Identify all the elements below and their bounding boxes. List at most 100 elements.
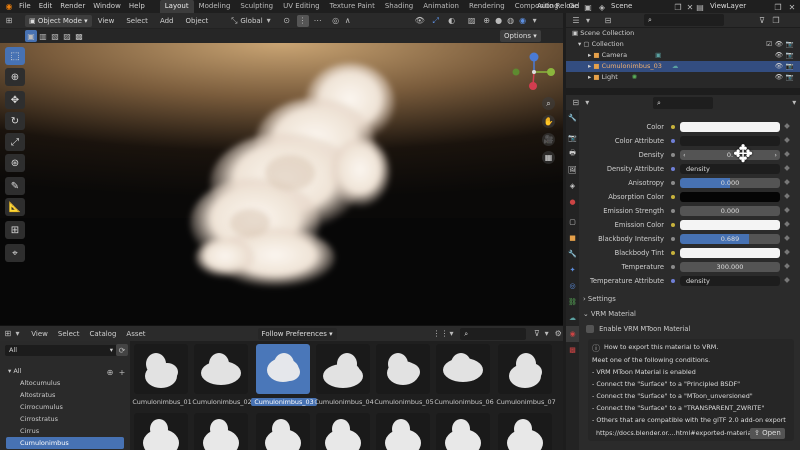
ab-menu-asset[interactable]: Asset <box>121 330 150 338</box>
new-collection-icon[interactable]: ❐ <box>770 14 782 26</box>
shading-rendered-icon[interactable]: ◉ <box>517 15 529 27</box>
asset-thumbnail[interactable] <box>314 411 372 450</box>
open-url-button[interactable]: ⇪ Open <box>750 428 785 439</box>
view-layer-name[interactable]: ViewLayer <box>710 0 746 13</box>
asset-thumbnail[interactable] <box>434 342 492 394</box>
view-layer-icon[interactable]: ▤ <box>694 1 706 13</box>
socket-dot-icon[interactable] <box>671 139 675 143</box>
menu-add[interactable]: Add <box>154 17 180 25</box>
menu-edit[interactable]: Edit <box>35 0 57 13</box>
shading-options-icon[interactable]: ▾ <box>529 15 541 27</box>
outliner-item-camera[interactable]: ▸ ■ Camera ▣ 👁 📷 <box>566 50 800 61</box>
socket-dot-icon[interactable] <box>671 237 675 241</box>
outliner-item-light[interactable]: ▸ ■ Light ✺ 👁 📷 <box>566 72 800 83</box>
enable-vrm-checkbox[interactable]: Enable VRM MToon Material <box>586 323 794 335</box>
modifier-tab-icon[interactable]: 🔧 <box>566 246 579 262</box>
select-new-icon[interactable]: ▣ <box>25 30 37 42</box>
property-field[interactable]: 0.000 <box>680 178 780 188</box>
new-catalog-icon[interactable]: ⊕ <box>104 366 116 378</box>
menu-view[interactable]: View <box>92 17 121 25</box>
refresh-library-icon[interactable]: ⟳ <box>116 344 128 356</box>
catalog-item[interactable]: Altostratus <box>0 389 130 401</box>
socket-dot-icon[interactable] <box>671 251 675 255</box>
property-field[interactable]: density <box>680 276 780 286</box>
asset-thumbnail[interactable] <box>374 342 432 394</box>
tab-shading[interactable]: Shading <box>380 0 418 13</box>
shading-material-icon[interactable]: ◍ <box>505 15 517 27</box>
filter-icon[interactable]: ⊽ <box>756 14 768 26</box>
screen-icon[interactable]: ▣ <box>582 1 594 13</box>
filter-icon[interactable]: ⊽ <box>532 328 542 340</box>
increment-arrow-icon[interactable]: › <box>774 150 777 160</box>
xray-icon[interactable]: ▨ <box>466 15 478 27</box>
menu-help[interactable]: Help <box>125 0 149 13</box>
asset-thumbnail[interactable] <box>314 342 372 394</box>
pan-hand-icon[interactable]: ✋ <box>542 115 555 128</box>
constraints-tab-icon[interactable]: ⛓ <box>566 294 579 310</box>
physics-tab-icon[interactable]: ◎ <box>566 278 579 294</box>
eye-icon[interactable]: 👁 <box>775 72 783 83</box>
asset-label[interactable]: Cumulonimbus_03 <box>251 398 317 406</box>
tab-layout[interactable]: Layout <box>159 0 194 13</box>
asset-thumbnail[interactable] <box>434 411 492 450</box>
socket-dot-icon[interactable] <box>671 279 675 283</box>
menu-select[interactable]: Select <box>120 17 154 25</box>
socket-dot-icon[interactable] <box>671 153 675 157</box>
rotate-icon[interactable]: ↻ <box>5 112 25 130</box>
cursor-icon[interactable]: ⊕ <box>5 68 25 86</box>
perspective-grid-icon[interactable]: ▦ <box>542 151 555 164</box>
proportional-edit-icon[interactable]: ◎ <box>330 15 342 27</box>
shading-solid-icon[interactable]: ● <box>493 15 505 27</box>
overlay-icon[interactable]: ◐ <box>446 15 458 27</box>
tab-texture-paint[interactable]: Texture Paint <box>325 0 380 13</box>
camera-render-icon[interactable]: 📷 <box>786 50 794 61</box>
menu-render[interactable]: Render <box>56 0 89 13</box>
catalog-item[interactable]: Cirrocumulus <box>0 401 130 413</box>
property-field[interactable] <box>680 248 780 258</box>
socket-dot-icon[interactable] <box>671 195 675 199</box>
tab-uv-editing[interactable]: UV Editing <box>278 0 325 13</box>
gizmo-icon[interactable]: ⤢ <box>430 15 442 27</box>
annotate-icon[interactable]: ✎ <box>5 177 25 195</box>
select-extend-icon[interactable]: ▥ <box>37 30 49 42</box>
display-mode-icon[interactable]: ⊟ <box>602 14 614 26</box>
3d-viewport[interactable]: ⬚ ⊕ ✥ ↻ ⤢ ⊛ ✎ 📐 ⊞ ⌖ ⌕ ✋ 🎥 ▦ <box>0 43 563 325</box>
tab-sculpting[interactable]: Sculpting <box>235 0 278 13</box>
select-difference-icon[interactable]: ▨ <box>61 30 73 42</box>
collection-row[interactable]: ▾ ▢ Collection ☑ 👁 📷 <box>566 39 800 50</box>
data-tab-icon[interactable]: ☁ <box>566 310 579 326</box>
particles-tab-icon[interactable]: ✦ <box>566 262 579 278</box>
scene-tab-icon[interactable]: ◈ <box>566 178 579 194</box>
asset-label[interactable]: Cumulonimbus_04 <box>311 398 377 406</box>
transform-orientation[interactable]: Global <box>240 17 262 25</box>
eye-icon[interactable]: 👁 <box>775 61 783 72</box>
outliner-item-cumulonimbus-03[interactable]: ▸ ■ Cumulonimbus_03 ☁ 👁 📷 <box>566 61 800 72</box>
scene-icon[interactable]: ◈ <box>596 1 608 13</box>
move-icon[interactable]: ✥ <box>5 91 25 109</box>
import-method-select[interactable]: Follow Preferences ▾ <box>257 327 337 340</box>
outliner-editor-icon[interactable]: ☰ <box>570 14 582 26</box>
property-field[interactable] <box>680 192 780 202</box>
copy-view-layer-icon[interactable]: ❐ <box>772 1 784 13</box>
transform-orientation-icon[interactable]: ⤡ <box>228 15 240 27</box>
display-mode-icon[interactable]: ⋮⋮ <box>433 328 449 340</box>
socket-dot-icon[interactable] <box>671 209 675 213</box>
snap-target-icon[interactable]: ⋯ <box>312 15 324 27</box>
chevron-down-icon[interactable]: ▾ <box>789 97 800 109</box>
decrement-arrow-icon[interactable]: ‹ <box>683 150 686 160</box>
keyframe-icon[interactable] <box>784 235 790 241</box>
tool-tab-icon[interactable]: 🔧 <box>566 110 579 126</box>
zoom-icon[interactable]: ⌕ <box>542 97 555 110</box>
editor-type-icon[interactable]: ⊞ <box>3 15 15 27</box>
measure-icon[interactable]: 📐 <box>5 198 25 216</box>
ab-menu-select[interactable]: Select <box>53 330 85 338</box>
eyedropper-icon[interactable]: ⌖ <box>5 244 25 262</box>
ab-menu-catalog[interactable]: Catalog <box>85 330 122 338</box>
socket-dot-icon[interactable] <box>671 265 675 269</box>
pivot-icon[interactable]: ⊙ <box>281 15 293 27</box>
eye-icon[interactable]: 👁 <box>775 39 783 50</box>
keyframe-icon[interactable] <box>784 123 790 129</box>
blender-logo-icon[interactable]: ◉ <box>3 1 15 13</box>
checkbox-icon[interactable]: ☑ <box>766 39 772 50</box>
ab-menu-view[interactable]: View <box>26 330 53 338</box>
